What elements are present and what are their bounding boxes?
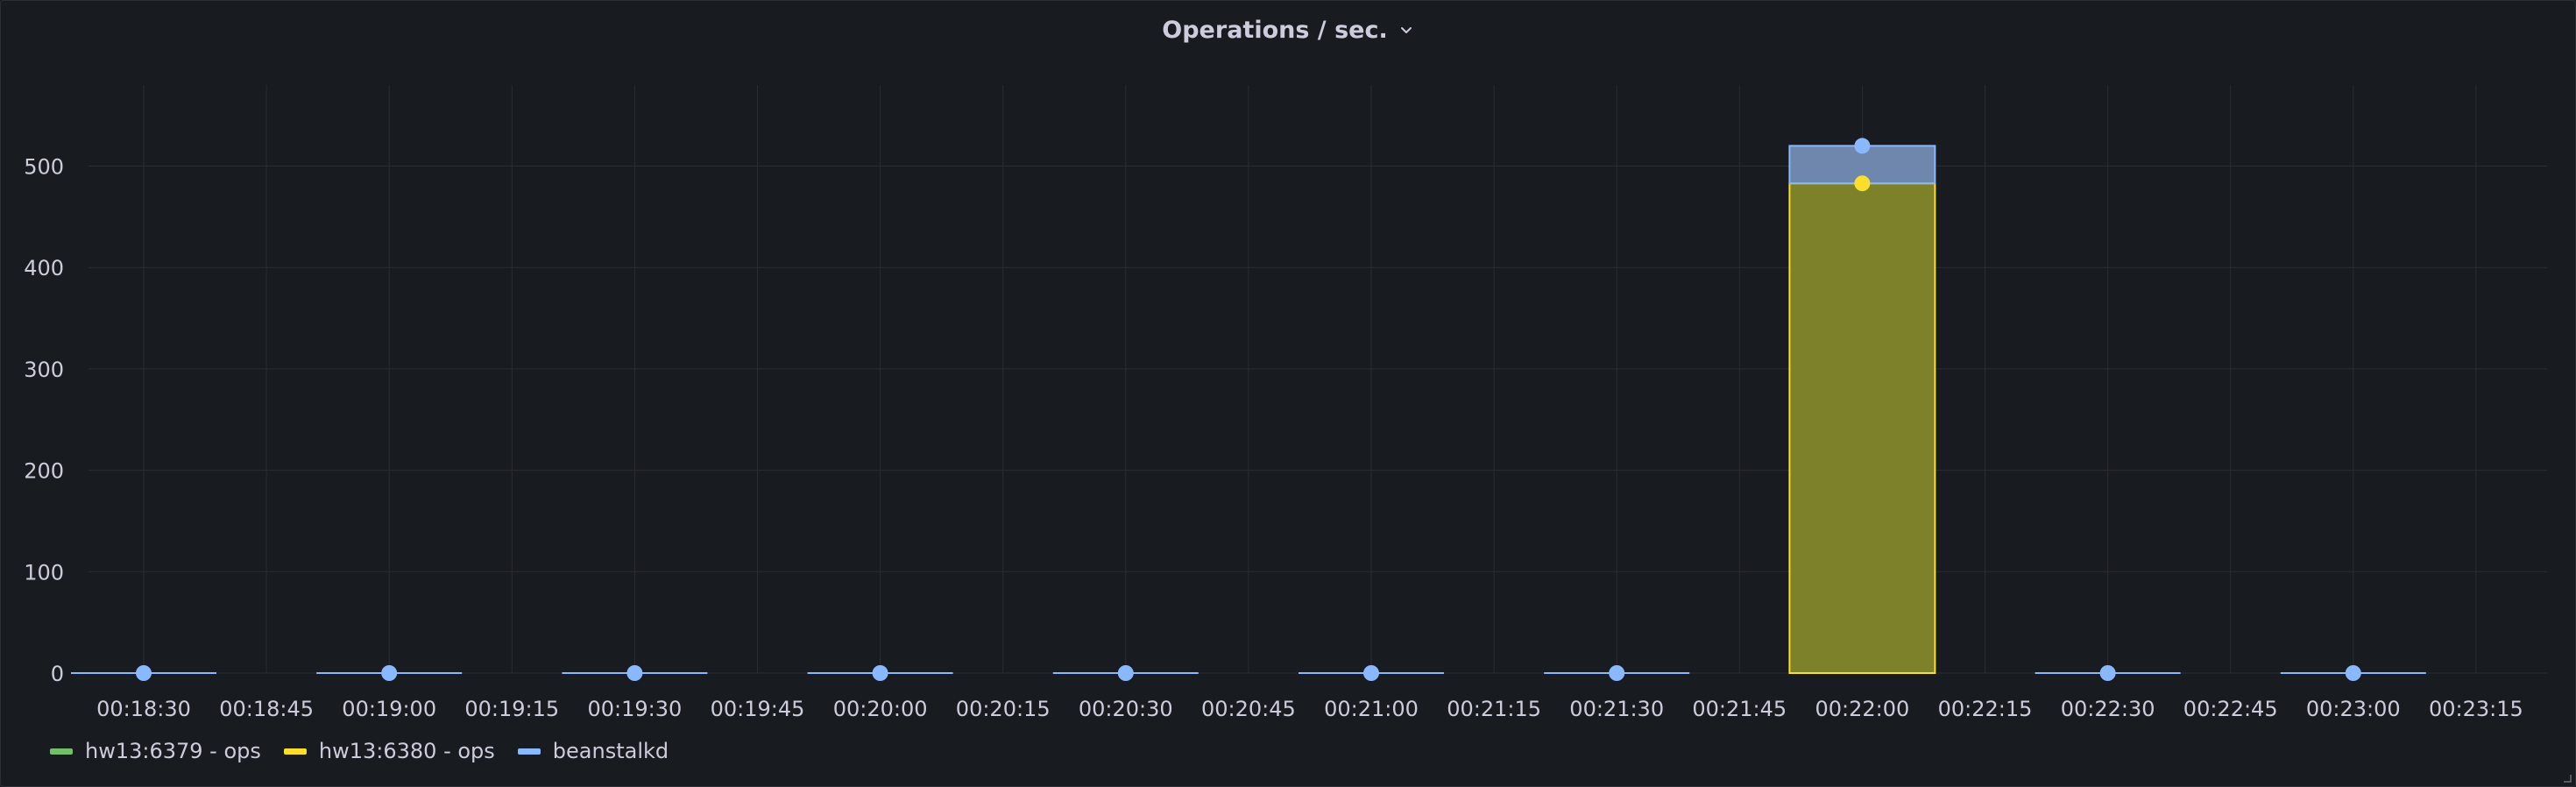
x-tick-label-19: 00:23:15	[2429, 697, 2523, 721]
resize-handle-icon[interactable]	[2561, 772, 2572, 783]
legend-label-0: hw13:6379 - ops	[85, 739, 261, 763]
bar-1-7	[1788, 182, 1936, 674]
point-2-0	[136, 665, 152, 681]
x-tick-label-18: 00:23:00	[2306, 697, 2401, 721]
x-tick-label-13: 00:21:45	[1692, 697, 1787, 721]
x-tick-label-2: 00:19:00	[342, 697, 436, 721]
x-tick-label-10: 00:21:00	[1324, 697, 1419, 721]
x-tick-label-6: 00:20:00	[833, 697, 928, 721]
x-tick-label-9: 00:20:45	[1201, 697, 1296, 721]
x-tick-label-7: 00:20:15	[956, 697, 1051, 721]
x-tick-label-4: 00:19:30	[588, 697, 683, 721]
point-2-5	[1363, 665, 1379, 681]
x-tick-label-17: 00:22:45	[2183, 697, 2278, 721]
point-2-3	[872, 665, 888, 681]
legend-swatch-2	[517, 748, 541, 755]
y-tick-label-3: 300	[24, 358, 64, 382]
point-2-9	[2345, 665, 2361, 681]
point-2-8	[2099, 665, 2116, 681]
x-tick-label-12: 00:21:30	[1569, 697, 1664, 721]
x-tick-label-8: 00:20:30	[1079, 697, 1173, 721]
x-tick-label-11: 00:21:15	[1447, 697, 1541, 721]
legend-label-2: beanstalkd	[552, 739, 669, 763]
legend-swatch-1	[283, 748, 307, 755]
point-2-2	[626, 665, 643, 681]
legend-item-series-1[interactable]: hw13:6380 - ops	[283, 739, 495, 763]
point-1-7	[1854, 175, 1871, 192]
x-tick-label-14: 00:22:00	[1815, 697, 1910, 721]
y-tick-label-0: 0	[51, 662, 64, 686]
x-tick-label-16: 00:22:30	[2061, 697, 2155, 721]
point-2-6	[1609, 665, 1625, 681]
y-tick-label-5: 500	[24, 155, 64, 180]
legend-label-1: hw13:6380 - ops	[318, 739, 495, 763]
chart-legend: hw13:6379 - ops hw13:6380 - ops beanstal…	[50, 739, 669, 763]
x-tick-label-15: 00:22:15	[1938, 697, 2033, 721]
point-2-4	[1117, 665, 1134, 681]
x-tick-label-0: 00:18:30	[96, 697, 191, 721]
y-tick-label-1: 100	[24, 560, 64, 585]
chart-plot[interactable]: 0 100 200 300 400 500 00:18:30 00:18:45 00:19:00…	[1, 1, 2575, 786]
point-2-7	[1854, 138, 1871, 154]
legend-item-series-2[interactable]: beanstalkd	[517, 739, 669, 763]
chart-panel: Operations / sec. 0 100 200 300 400 500 00:18:…	[0, 0, 2576, 787]
x-tick-label-1: 00:18:45	[219, 697, 314, 721]
y-tick-label-2: 200	[24, 459, 64, 484]
legend-swatch-0	[50, 748, 73, 755]
x-tick-label-3: 00:19:15	[464, 697, 559, 721]
x-tick-label-5: 00:19:45	[711, 697, 805, 721]
legend-item-series-0[interactable]: hw13:6379 - ops	[50, 739, 261, 763]
y-tick-label-4: 400	[24, 256, 64, 280]
point-2-1	[381, 665, 398, 681]
